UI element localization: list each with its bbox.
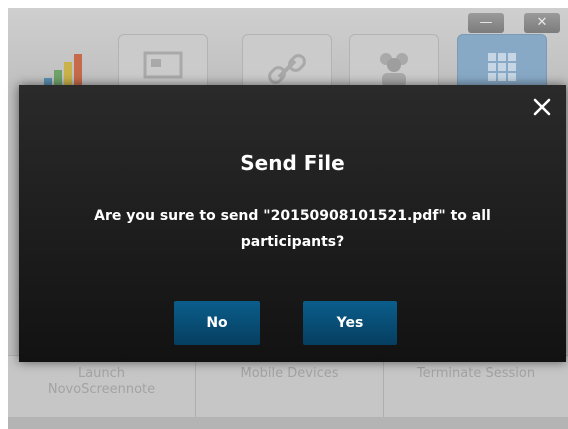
launch-novoscreennote-button[interactable]: Launch NovoScreennote xyxy=(8,356,196,418)
mobile-devices-button[interactable]: Mobile Devices xyxy=(196,356,384,418)
dialog-message: Are you sure to send "20150908101521.pdf… xyxy=(94,208,491,250)
terminate-session-button[interactable]: Terminate Session xyxy=(384,356,568,418)
minimize-button[interactable]: — xyxy=(468,13,504,33)
close-icon[interactable] xyxy=(532,97,552,117)
send-file-dialog: Send File Are you sure to send "20150908… xyxy=(19,85,566,362)
novoscreennote-label: NovoScreennote xyxy=(47,382,156,397)
no-button[interactable]: No xyxy=(174,301,260,345)
dialog-title: Send File xyxy=(240,151,345,175)
mobile-devices-label: Mobile Devices xyxy=(240,366,339,381)
terminate-session-label: Terminate Session xyxy=(416,366,536,381)
grid-icon xyxy=(488,53,516,81)
window-close-button[interactable]: ✕ xyxy=(524,13,560,33)
app-status-strip xyxy=(8,417,568,429)
presentation-icon xyxy=(143,51,183,79)
app-footer: Launch NovoScreennote Mobile Devices Ter… xyxy=(8,355,568,418)
link-icon xyxy=(268,54,306,84)
yes-button[interactable]: Yes xyxy=(303,301,397,345)
users-icon xyxy=(380,53,408,87)
launch-label: Launch xyxy=(77,366,126,381)
